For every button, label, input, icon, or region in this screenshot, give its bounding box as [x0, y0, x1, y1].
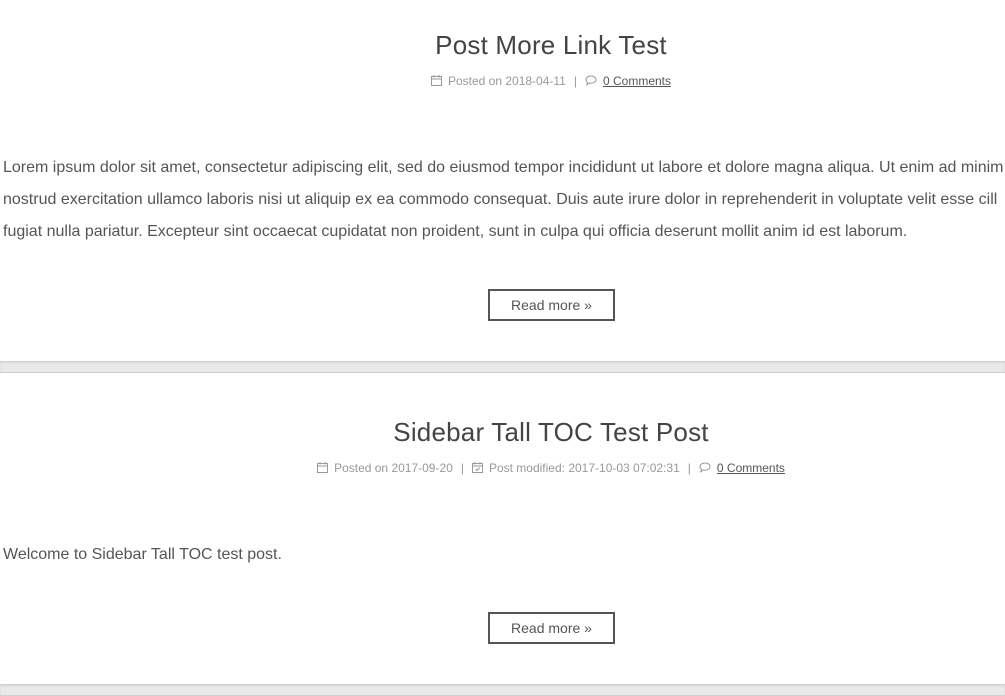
post-excerpt: Lorem ipsum dolor sit amet, consectetur … — [3, 152, 1005, 248]
post-excerpt: Welcome to Sidebar Tall TOC test post. — [3, 539, 1005, 571]
calendar-icon — [317, 462, 329, 476]
comments-link[interactable]: 0 Comments — [717, 461, 785, 475]
comments-link[interactable]: 0 Comments — [603, 74, 671, 88]
post-meta: Posted on 2018-04-11 | 0 Comments — [0, 74, 1005, 89]
comment-icon — [585, 75, 597, 89]
read-more-button[interactable]: Read more » — [488, 612, 615, 644]
post-item: Sidebar Tall TOC Test Post Posted on 201… — [0, 373, 1005, 683]
comment-icon — [699, 462, 711, 476]
post-item: Post More Link Test Posted on 2018-04-11… — [0, 0, 1005, 360]
excerpt-line: Lorem ipsum dolor sit amet, consectetur … — [3, 159, 1004, 176]
meta-separator: | — [687, 461, 691, 475]
post-meta: Posted on 2017-09-20 | Post modified: 201… — [0, 461, 1005, 476]
calendar-check-icon — [471, 462, 483, 476]
calendar-icon — [430, 75, 442, 89]
excerpt-line: Welcome to Sidebar Tall TOC test post. — [3, 546, 282, 563]
excerpt-line: fugiat nulla pariatur. Excepteur sint oc… — [3, 223, 908, 240]
read-more-button[interactable]: Read more » — [488, 289, 615, 321]
excerpt-line: nostrud exercitation ullamco laboris nis… — [3, 191, 998, 208]
posted-on-date: Posted on 2018-04-11 — [447, 74, 566, 88]
meta-separator: | — [460, 461, 464, 475]
post-divider — [0, 361, 1005, 373]
post-title[interactable]: Post More Link Test — [0, 30, 1005, 61]
post-title[interactable]: Sidebar Tall TOC Test Post — [0, 417, 1005, 448]
posted-on-date: Posted on 2017-09-20 — [334, 461, 453, 475]
post-divider — [0, 684, 1005, 696]
meta-separator: | — [573, 74, 577, 88]
post-modified-date: Post modified: 2017-10-03 07:02:31 — [488, 461, 680, 475]
